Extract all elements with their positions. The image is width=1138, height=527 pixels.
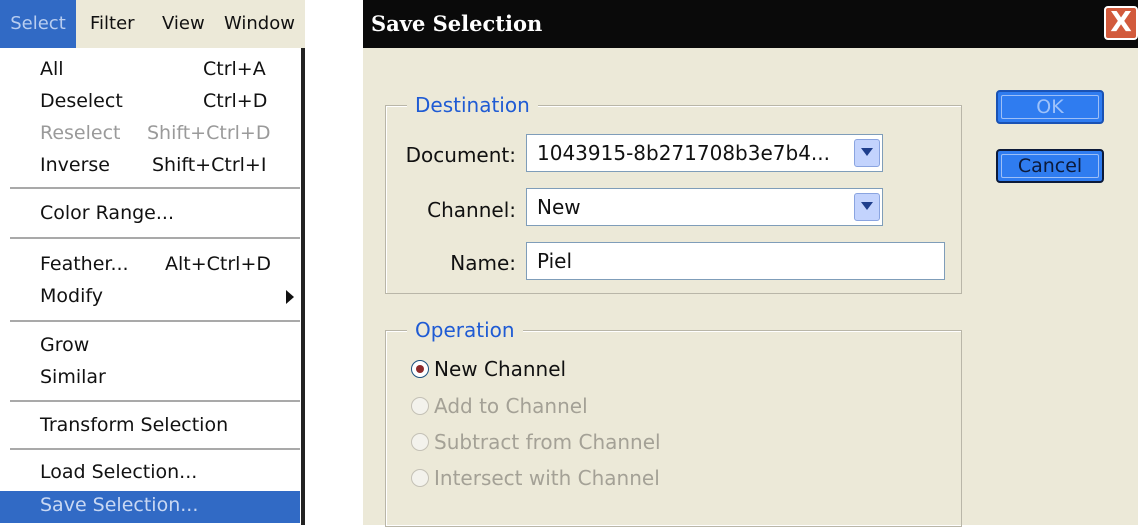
document-select-value: 1043915-8b271708b3e7b4... [537, 141, 830, 165]
menu-item-shortcut: Ctrl+D [203, 90, 268, 112]
channel-select-value: New [537, 195, 581, 219]
cancel-button-focus-ring [1001, 154, 1099, 178]
radio-label: Add to Channel [434, 394, 588, 418]
destination-legend: Destination [407, 93, 538, 117]
menu-item-label: Similar [40, 366, 106, 388]
channel-select[interactable]: New [526, 188, 883, 226]
channel-label: Channel: [427, 198, 516, 222]
menu-item-label: Reselect [40, 122, 121, 144]
menubar-item-filter[interactable]: Filter [90, 0, 135, 48]
menu-separator [10, 237, 300, 239]
document-label: Document: [405, 143, 516, 167]
menu-item-label: Save Selection... [40, 494, 199, 516]
menu-item-label: All [40, 58, 64, 80]
menu-item-label: Modify [40, 285, 103, 307]
close-icon: X [1110, 5, 1132, 38]
menubar: Select Filter View Window [0, 0, 305, 48]
menu-item-label: Load Selection... [40, 461, 198, 483]
name-input-value: Piel [537, 249, 573, 273]
menu-item-label: Feather... [40, 253, 129, 275]
menu-separator [10, 320, 300, 322]
menu-separator [10, 448, 300, 450]
submenu-arrow-icon [286, 290, 294, 304]
menu-item-save-selection[interactable]: Save Selection... [0, 491, 300, 523]
ok-button[interactable]: OK [996, 90, 1104, 124]
menu-item-shortcut: Alt+Ctrl+D [165, 253, 272, 275]
radio-selected-icon [411, 360, 429, 378]
document-select[interactable]: 1043915-8b271708b3e7b4... [526, 134, 883, 172]
radio-icon [411, 469, 429, 487]
menubar-item-window[interactable]: Window [224, 0, 295, 48]
cancel-button[interactable]: Cancel [996, 149, 1104, 183]
menu-item-label: Transform Selection [40, 414, 229, 436]
radio-label: New Channel [434, 357, 567, 381]
chevron-down-icon[interactable] [854, 193, 880, 221]
radio-icon [411, 433, 429, 451]
menu-item-shortcut: Shift+Ctrl+D [147, 122, 271, 144]
menu-item-label: Inverse [40, 154, 110, 176]
menu-item-label: Grow [40, 334, 90, 356]
menu-item-shortcut: Ctrl+A [203, 58, 266, 80]
close-button[interactable]: X [1104, 6, 1138, 40]
ok-button-focus-ring [1001, 95, 1099, 119]
dialog-title: Save Selection [371, 11, 543, 36]
menu-item-shortcut: Shift+Ctrl+I [152, 154, 267, 176]
menu-item-label: Deselect [40, 90, 123, 112]
select-menu-panel: Select Filter View Window All Ctrl+A Des… [0, 0, 305, 525]
menu-separator [10, 187, 300, 189]
radio-label: Intersect with Channel [434, 466, 660, 490]
radio-label: Subtract from Channel [434, 430, 661, 454]
save-selection-dialog: Save Selection X Destination Document: 1… [363, 0, 1138, 527]
name-label: Name: [450, 251, 516, 275]
dialog-titlebar[interactable]: Save Selection X [363, 0, 1138, 48]
menu-separator [10, 400, 300, 402]
chevron-down-icon[interactable] [854, 139, 880, 167]
operation-legend: Operation [407, 318, 523, 342]
menubar-item-select[interactable]: Select [0, 0, 76, 48]
select-dropdown-menu: All Ctrl+A Deselect Ctrl+D Reselect Shif… [0, 48, 305, 525]
menu-item-label: Color Range... [40, 202, 174, 224]
menubar-item-view[interactable]: View [162, 0, 205, 48]
radio-icon [411, 397, 429, 415]
name-input[interactable]: Piel [526, 242, 945, 280]
